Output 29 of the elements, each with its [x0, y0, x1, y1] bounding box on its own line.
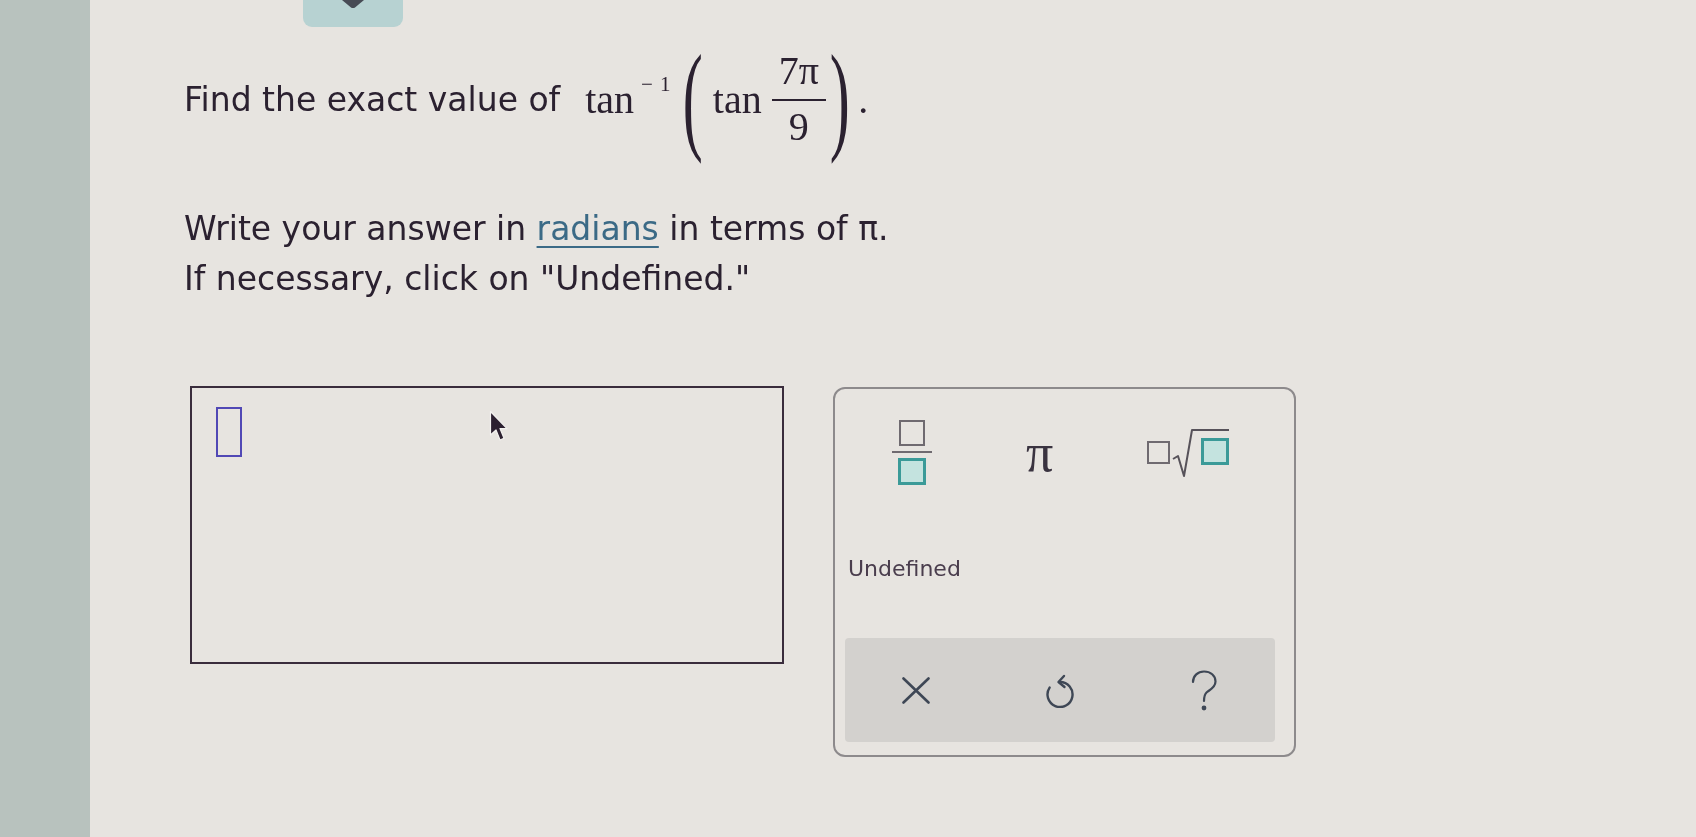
collapse-tab[interactable]: [303, 0, 403, 27]
fraction-template-icon: [892, 420, 932, 485]
function-name: tan: [585, 78, 635, 122]
help-button[interactable]: [1189, 669, 1218, 711]
radians-link[interactable]: radians: [536, 209, 659, 248]
parenthesis: ): [829, 33, 850, 165]
undefined-button[interactable]: Undefined: [848, 555, 961, 583]
undo-button[interactable]: [1045, 672, 1075, 708]
function-name: tan: [712, 78, 762, 122]
fraction-numerator: 7π: [778, 51, 819, 95]
caret-down-icon: [342, 0, 364, 8]
x-icon: [902, 676, 931, 704]
help-icon: [1189, 669, 1218, 711]
undo-icon: [1045, 672, 1075, 708]
root-button[interactable]: [1147, 427, 1231, 478]
root-template-icon: [1147, 427, 1231, 478]
fraction-denominator: 9: [788, 103, 809, 147]
parenthesis: (: [683, 33, 704, 165]
clear-button[interactable]: [902, 676, 931, 704]
instruction-text: Write your answer in radians in terms of π.: [184, 208, 889, 250]
exponent: −1: [641, 73, 678, 95]
fraction-button[interactable]: [892, 420, 932, 485]
question-text: Find the exact value of: [184, 80, 561, 120]
mouse-pointer-icon: [489, 410, 509, 442]
instruction-text: If necessary, click on "Undefined.": [184, 258, 752, 300]
period-mark: .: [858, 78, 869, 122]
pi-button[interactable]: π: [1026, 430, 1054, 475]
answer-box[interactable]: [190, 386, 784, 664]
answer-slot[interactable]: [216, 407, 242, 457]
